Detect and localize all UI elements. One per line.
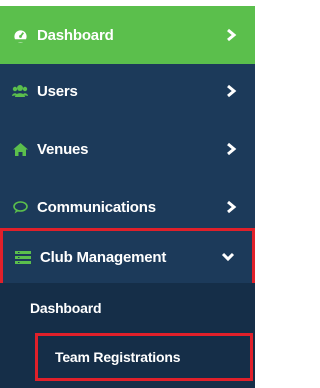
submenu-item-label: Team Registrations — [55, 349, 181, 365]
nav-item-club-management[interactable]: Club Management — [0, 228, 255, 286]
nav-item-label: Dashboard — [37, 26, 114, 44]
submenu-item-team-registrations[interactable]: Team Registrations — [35, 333, 253, 381]
nav-item-label: Communications — [37, 198, 156, 216]
submenu-item-dashboard[interactable]: Dashboard — [0, 283, 255, 333]
nav-item-label: Users — [37, 82, 78, 100]
sidebar: Dashboard Users Venues Communications Cl… — [0, 0, 255, 388]
dashboard-icon — [12, 27, 28, 43]
nav-item-users[interactable]: Users — [0, 62, 255, 120]
chevron-right-icon — [223, 141, 239, 157]
nav-item-label: Venues — [37, 140, 89, 158]
chat-icon — [12, 199, 28, 215]
nav-item-label: Club Management — [40, 248, 167, 266]
nav-item-venues[interactable]: Venues — [0, 120, 255, 178]
list-icon — [15, 249, 31, 265]
chevron-right-icon — [223, 83, 239, 99]
users-icon — [12, 83, 28, 99]
home-icon — [12, 141, 28, 157]
submenu-item-label: Dashboard — [30, 300, 102, 316]
chevron-down-icon — [220, 249, 236, 265]
chevron-right-icon — [223, 27, 239, 43]
nav-item-dashboard[interactable]: Dashboard — [0, 6, 255, 64]
chevron-right-icon — [223, 199, 239, 215]
